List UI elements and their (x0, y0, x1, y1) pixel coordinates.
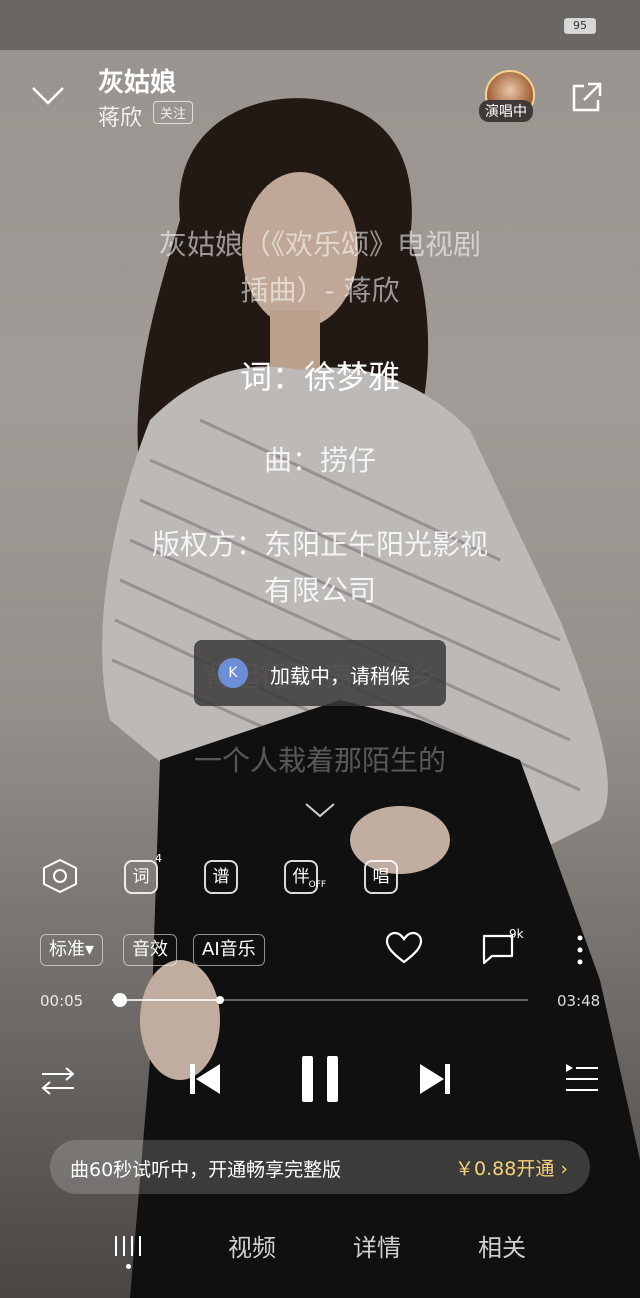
previous-track-icon[interactable] (186, 1060, 224, 1098)
tab-detail[interactable]: 详情 (353, 1228, 401, 1263)
more-vertical-icon[interactable] (572, 934, 588, 966)
share-icon[interactable] (568, 80, 604, 116)
sing-status-badge[interactable]: 演唱中 (479, 100, 533, 122)
accompany-tool-button[interactable]: 伴 OFF (280, 858, 326, 894)
chevron-down-icon[interactable] (30, 82, 66, 110)
accompany-state: OFF (308, 880, 326, 890)
artist-name[interactable]: 蒋欣 (98, 100, 142, 132)
lyric-line: 一个人栽着那陌生的 (193, 744, 446, 777)
tab-related[interactable]: 相关 (478, 1228, 526, 1263)
active-tab-indicator (126, 1264, 131, 1269)
heart-icon[interactable] (384, 930, 424, 966)
shuffle-icon[interactable] (40, 1064, 76, 1096)
sing-tool-button[interactable]: 唱 (360, 858, 400, 894)
trial-text: 曲60秒试听中，开通畅享完整版 (70, 1159, 342, 1181)
sound-effect-button[interactable]: 音效 (123, 934, 177, 966)
settings-hex-icon[interactable] (40, 858, 80, 894)
lyric-line: 曲：捞仔 (263, 444, 376, 477)
total-time: 03:48 (557, 992, 601, 1010)
current-time: 00:05 (40, 992, 84, 1010)
trial-banner[interactable]: 曲60秒试听中，开通畅享完整版 ￥0.88开通 › (50, 1140, 590, 1194)
song-title: 灰姑娘 (98, 68, 177, 98)
lyrics-tool-label: 词 (124, 860, 158, 894)
next-track-icon[interactable] (416, 1060, 454, 1098)
comment-count: 9k (509, 927, 524, 941)
loading-text: 加载中，请稍候 (270, 664, 410, 688)
lyrics-bars-icon[interactable] (112, 1232, 146, 1258)
tab-video[interactable]: 视频 (228, 1228, 276, 1263)
lyric-line-active: 词：徐梦雅 (239, 358, 400, 396)
progress-slider[interactable] (112, 993, 528, 1007)
ai-music-button[interactable]: AI音乐 (193, 934, 265, 966)
quality-select[interactable]: 标准▾ (40, 934, 104, 966)
lyrics-count: 4 (155, 852, 162, 865)
lyric-line: 有限公司 (263, 574, 376, 607)
lyric-line: 版权方：东阳正午阳光影视 (151, 528, 488, 561)
progress-buffer (112, 999, 221, 1001)
battery-indicator: 95 (564, 18, 596, 34)
pause-icon[interactable] (298, 1054, 342, 1104)
bottom-nav: 视频 详情 相关 (0, 1222, 640, 1282)
status-bar: 95 (0, 0, 640, 50)
sing-tool-label: 唱 (364, 860, 398, 894)
loading-toast: K 加载中，请稍候 (194, 640, 446, 706)
lyric-line: 灰姑娘（《欢乐颂》电视剧 (158, 228, 481, 261)
playlist-icon[interactable] (564, 1062, 600, 1096)
score-tool-button[interactable]: 谱 (200, 858, 240, 894)
loading-logo-icon: K (218, 658, 248, 688)
vip-open-button[interactable]: ￥0.88开通 › (455, 1154, 568, 1181)
score-tool-label: 谱 (204, 860, 238, 894)
follow-button[interactable]: 关注 (153, 101, 194, 124)
lyric-line: 插曲）- 蒋欣 (240, 274, 400, 307)
chevron-down-icon[interactable] (302, 800, 338, 820)
lyrics-tool-button[interactable]: 词 4 (120, 852, 162, 894)
